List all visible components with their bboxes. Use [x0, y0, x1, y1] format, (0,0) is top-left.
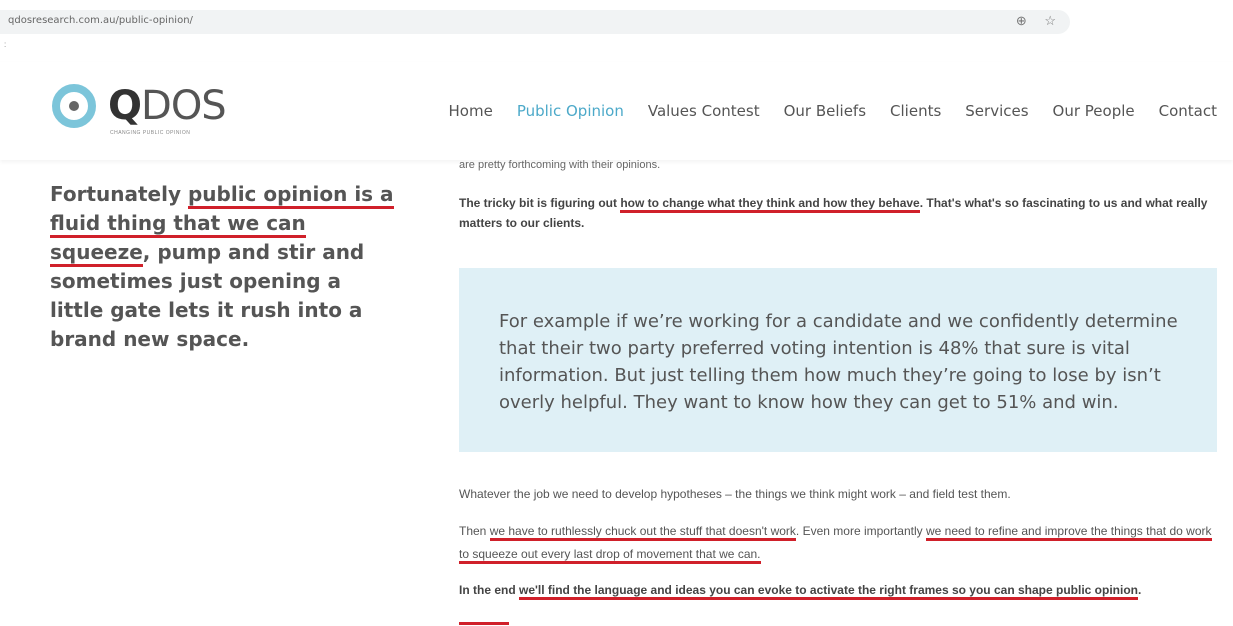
- url-text[interactable]: qdosresearch.com.au/public-opinion/: [8, 15, 193, 26]
- example-quote-text: For example if we’re working for a candi…: [499, 311, 1178, 413]
- browser-mark: :: [4, 40, 7, 49]
- nav-values-contest[interactable]: Values Contest: [648, 102, 760, 120]
- nav-contact[interactable]: Contact: [1159, 102, 1217, 120]
- logo-wordmark: QDOS: [108, 83, 227, 129]
- nav-services[interactable]: Services: [965, 102, 1028, 120]
- nav-clients[interactable]: Clients: [890, 102, 941, 120]
- pull-quote: Fortunately public opinion is a fluid th…: [50, 182, 394, 351]
- nav-our-people[interactable]: Our People: [1053, 102, 1135, 120]
- logo-dot-icon: [69, 101, 79, 111]
- paragraph-refine: Then we have to ruthlessly chuck out the…: [459, 520, 1219, 566]
- zoom-icon[interactable]: ⊕: [1016, 13, 1027, 28]
- bookmark-star-icon[interactable]: ☆: [1044, 13, 1056, 28]
- nav-public-opinion[interactable]: Public Opinion: [517, 102, 624, 120]
- red-underline-mark: [459, 622, 509, 625]
- address-bar[interactable]: qdosresearch.com.au/public-opinion/ ⊕ ☆: [0, 10, 1070, 34]
- paragraph-tricky-bit: The tricky bit is figuring out how to ch…: [459, 196, 1208, 230]
- nav-home[interactable]: Home: [449, 102, 493, 120]
- nav-our-beliefs[interactable]: Our Beliefs: [784, 102, 866, 120]
- logo-tagline: CHANGING PUBLIC OPINION: [110, 130, 191, 136]
- paragraph-hypotheses: Whatever the job we need to develop hypo…: [459, 487, 1011, 501]
- site-header: QDOS CHANGING PUBLIC OPINION Home Public…: [0, 62, 1233, 160]
- address-bar-icons: ⊕ ☆: [1002, 13, 1056, 29]
- example-quote-box: For example if we’re working for a candi…: [459, 268, 1217, 452]
- cut-off-line: are pretty forthcoming with their opinio…: [459, 159, 661, 171]
- qdos-logo[interactable]: QDOS CHANGING PUBLIC OPINION: [52, 82, 227, 142]
- paragraph-in-the-end: In the end we'll find the language and i…: [459, 579, 1219, 602]
- main-nav: Home Public Opinion Values Contest Our B…: [425, 102, 1217, 120]
